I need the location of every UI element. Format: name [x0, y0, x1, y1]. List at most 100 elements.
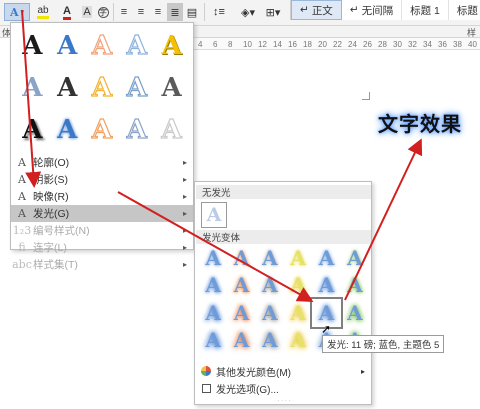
- text-effects-button[interactable]: A ▾: [4, 3, 30, 21]
- text-effect-preset[interactable]: A: [50, 25, 85, 67]
- more-glow-colors-item[interactable]: 其他发光颜色(M) ▸: [196, 363, 371, 379]
- ruler-tick: 30: [393, 40, 402, 49]
- borders-button[interactable]: ⊞▾: [262, 3, 284, 21]
- ruler-tick: 34: [423, 40, 432, 49]
- text-effect-preset[interactable]: A: [50, 109, 85, 151]
- distribute-button[interactable]: ▤: [184, 3, 200, 21]
- text-effect-preset[interactable]: A: [119, 67, 154, 109]
- horizontal-ruler[interactable]: 4 6 8 10 12 14 16 18 20 22 24 26 28 30 32 34 36 38 40: [190, 38, 480, 50]
- glowing-title-text[interactable]: 文字效果: [378, 108, 462, 137]
- text-effect-preset[interactable]: A: [119, 109, 154, 151]
- glow-variant[interactable]: A: [256, 244, 284, 272]
- glow-variant[interactable]: A: [284, 299, 312, 327]
- reflection-icon: A: [18, 190, 26, 203]
- word-window: A ▾ ab A A 字 ≡ ≡ ≡ ≣ ▤ ↕≡ ◈▾ ⊞▾ ↵ 正文 ↵ 无间隔…: [0, 0, 480, 409]
- menu-item-outline[interactable]: A 轮廓(O) ▸: [11, 154, 193, 171]
- justify-button[interactable]: ≣: [167, 3, 183, 21]
- line-spacing-button[interactable]: ↕≡: [208, 3, 230, 21]
- menu-item-glow[interactable]: A 发光(G) ▸: [11, 205, 193, 222]
- glow-variant[interactable]: A: [341, 244, 369, 272]
- text-effect-preset[interactable]: A: [154, 25, 189, 67]
- menu-item-label: 映像(R): [33, 191, 69, 203]
- glow-variant[interactable]: A: [199, 299, 227, 327]
- ruler-tick: 32: [408, 40, 417, 49]
- glow-variant[interactable]: A: [256, 272, 284, 300]
- glow-variant[interactable]: A: [199, 272, 227, 300]
- menu-item-stylistic-sets: abc 样式集(T) ▸: [11, 256, 193, 273]
- menu-item-reflection[interactable]: A 映像(R) ▸: [11, 188, 193, 205]
- mouse-pointer-icon: ➚: [321, 322, 332, 336]
- chevron-right-icon: ▸: [182, 192, 187, 201]
- glow-variant[interactable]: A: [227, 272, 255, 300]
- glow-variant[interactable]: A: [256, 299, 284, 327]
- text-effect-preset[interactable]: A: [119, 25, 154, 67]
- paint-bucket-icon: ◈▾: [241, 6, 255, 19]
- text-effect-preset[interactable]: A: [85, 25, 120, 67]
- text-effect-preset[interactable]: A: [85, 67, 120, 109]
- enclose-char-button[interactable]: 字: [96, 3, 110, 21]
- glow-variant[interactable]: A: [227, 327, 255, 355]
- chevron-down-icon: ▾: [20, 9, 25, 16]
- chevron-right-icon: ▸: [182, 260, 187, 269]
- border-icon: ⊞▾: [265, 6, 281, 19]
- shading-button[interactable]: ◈▾: [236, 3, 260, 21]
- align-center-button[interactable]: ≡: [133, 3, 149, 21]
- glow-options-item[interactable]: 发光选项(G)...: [196, 380, 371, 396]
- glow-variant[interactable]: A: [312, 244, 340, 272]
- text-effect-preset[interactable]: A: [15, 109, 50, 151]
- glow-variant[interactable]: A: [284, 327, 312, 355]
- text-effect-preset[interactable]: A: [154, 109, 189, 151]
- menu-item-label: 编号样式(N): [33, 225, 90, 237]
- glow-variant[interactable]: A: [284, 244, 312, 272]
- glow-variant[interactable]: A: [199, 327, 227, 355]
- ruler-tick: 8: [228, 40, 233, 49]
- glow-variant[interactable]: A: [341, 299, 369, 327]
- glow-variant[interactable]: A: [256, 327, 284, 355]
- menu-item-label: 发光(G): [33, 208, 70, 220]
- divider: [204, 3, 205, 21]
- no-glow-header: 无发光: [196, 185, 371, 199]
- glow-variant[interactable]: A: [227, 244, 255, 272]
- effects-preset-grid: AAAAAAAAAAAAAAA: [15, 25, 189, 151]
- align-right-icon: ≡: [154, 6, 162, 18]
- glow-variant[interactable]: A: [312, 272, 340, 300]
- resize-grip[interactable]: · · · ·: [275, 398, 293, 404]
- highlight-color-button[interactable]: ab: [32, 3, 54, 21]
- text-effect-preset[interactable]: A: [50, 67, 85, 109]
- style-no-spacing[interactable]: ↵ 无间隔: [342, 0, 403, 20]
- align-left-icon: ≡: [120, 6, 128, 18]
- align-right-button[interactable]: ≡: [150, 3, 166, 21]
- no-glow-option[interactable]: A: [201, 202, 227, 228]
- ruler-tick: 6: [213, 40, 218, 49]
- text-effect-preset[interactable]: A: [154, 67, 189, 109]
- char-shading-button[interactable]: A: [80, 3, 94, 21]
- style-heading-2[interactable]: 标题 2: [449, 0, 480, 20]
- chevron-right-icon: ▸: [182, 209, 187, 218]
- style-heading-1[interactable]: 标题 1: [402, 0, 449, 20]
- glow-variant[interactable]: A: [284, 272, 312, 300]
- text-effect-preset[interactable]: A: [15, 67, 50, 109]
- ruler-tick: 38: [453, 40, 462, 49]
- ruler-tick: 10: [243, 40, 252, 49]
- text-effect-preset[interactable]: A: [15, 25, 50, 67]
- chevron-right-icon: ▸: [182, 243, 187, 252]
- menu-item-shadow[interactable]: A 阴影(S) ▸: [11, 171, 193, 188]
- ruler-tick: 20: [318, 40, 327, 49]
- ruler-tick: 36: [438, 40, 447, 49]
- ruler-tick: 22: [333, 40, 342, 49]
- font-color-button[interactable]: A: [56, 3, 78, 21]
- glow-variant[interactable]: A: [227, 299, 255, 327]
- ruler-tick: 14: [273, 40, 282, 49]
- line-spacing-icon: ↕≡: [213, 6, 225, 18]
- glow-variant[interactable]: A: [199, 244, 227, 272]
- highlighter-icon: ab: [37, 5, 49, 19]
- ruler-tick: 12: [258, 40, 267, 49]
- style-normal[interactable]: ↵ 正文: [291, 0, 342, 20]
- glow-variant[interactable]: A: [341, 272, 369, 300]
- glow-submenu: 无发光 A 发光变体 AAAAAAAAAAAAAAAAAAAAAAAA 其他发光…: [194, 181, 372, 405]
- text-effect-preset[interactable]: A: [85, 109, 120, 151]
- align-left-button[interactable]: ≡: [116, 3, 132, 21]
- shadow-icon: A: [18, 173, 26, 186]
- menu-item-label: 阴影(S): [33, 174, 68, 186]
- menu-item-label: 轮廓(O): [33, 157, 70, 169]
